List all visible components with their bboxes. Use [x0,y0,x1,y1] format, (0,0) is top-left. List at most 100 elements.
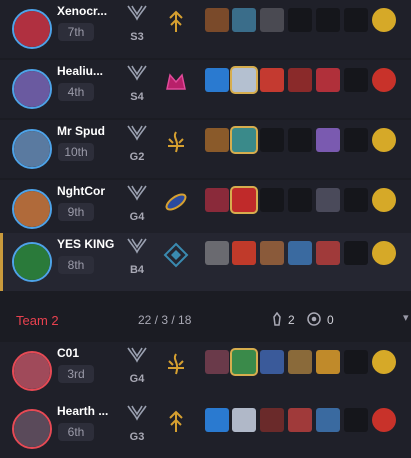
item-slot[interactable] [344,188,368,212]
item-slot[interactable] [316,68,340,92]
rank-emblem-icon [127,185,147,201]
flame-icon [168,353,184,375]
rank-emblem-icon [127,5,147,21]
rank-label: S4 [130,91,144,103]
player-row[interactable]: Healiu... 4th S4 [0,60,411,118]
item-slot[interactable] [344,128,368,152]
dragon-icon [307,312,321,326]
item-slot[interactable] [316,8,340,32]
item-slot[interactable] [344,408,368,432]
chevron-down-icon[interactable]: ▾ [403,311,409,324]
player-name[interactable]: NghtCor [57,184,133,198]
placement-badge: 10th [58,143,94,161]
item-slot[interactable] [344,68,368,92]
item-slot[interactable] [260,8,284,32]
rank-emblem-icon [127,65,147,81]
crown-icon [166,73,186,90]
item-slot[interactable] [260,68,284,92]
item-slot[interactable] [288,241,312,265]
ring-icon [165,193,187,211]
player-row[interactable]: Hearth ... 6th G3 [0,400,411,458]
item-slot[interactable] [260,188,284,212]
item-slot[interactable] [316,408,340,432]
champion-avatar [12,351,52,391]
flame-icon [168,131,184,153]
item-slot[interactable] [344,241,368,265]
team-name: Team 2 [16,313,59,328]
trinket-icon [372,68,396,92]
rank-label: G2 [129,151,145,163]
item-slot[interactable] [232,8,256,32]
item-slot[interactable] [344,350,368,374]
trinket-icon [372,128,396,152]
player-name[interactable]: Xenocr... [57,4,133,18]
item-slot[interactable] [288,188,312,212]
item-slot[interactable] [288,68,312,92]
placement-badge: 3rd [58,365,94,383]
kalista-up-icon [169,10,183,32]
rank-emblem-icon [127,347,147,363]
placement-badge: 7th [58,23,94,41]
item-slot[interactable] [205,241,229,265]
trinket-icon [372,241,396,265]
item-slot[interactable] [232,128,256,152]
item-slot[interactable] [260,408,284,432]
placement-badge: 8th [58,256,94,274]
player-row[interactable]: Mr Spud 10th G2 [0,120,411,178]
rank-label: G3 [129,431,145,443]
champion-avatar [12,189,52,229]
item-slot[interactable] [232,350,256,374]
item-slot[interactable] [232,241,256,265]
placement-badge: 4th [58,83,94,101]
item-slot[interactable] [232,68,256,92]
rank-label: G4 [129,373,145,385]
item-slot[interactable] [205,350,229,374]
tower-icon [273,312,281,326]
item-slot[interactable] [316,188,340,212]
item-slot[interactable] [316,350,340,374]
champion-avatar [12,242,52,282]
player-row[interactable]: C01 3rd G4 [0,342,411,400]
rank-emblem-icon [127,238,147,254]
rank-label: B4 [129,264,145,276]
player-row[interactable]: YES KING 8th B4 [0,233,411,291]
item-slot[interactable] [205,68,229,92]
diamond-icon [163,242,189,268]
item-slot[interactable] [344,8,368,32]
rank-label: S3 [130,31,144,43]
player-name[interactable]: YES KING [57,237,133,251]
champion-avatar [12,69,52,109]
item-slot[interactable] [232,188,256,212]
item-slot[interactable] [260,350,284,374]
item-slot[interactable] [205,128,229,152]
item-slot[interactable] [288,350,312,374]
rank-label: G4 [129,211,145,223]
item-slot[interactable] [260,128,284,152]
dragons-count: 0 [327,313,334,327]
item-slot[interactable] [232,408,256,432]
player-name[interactable]: Mr Spud [57,124,133,138]
item-slot[interactable] [260,241,284,265]
player-row[interactable]: NghtCor 9th G4 [0,180,411,238]
item-slot[interactable] [316,241,340,265]
player-name[interactable]: C01 [57,346,133,360]
team-kda: 22 / 3 / 18 [138,313,192,327]
item-slot[interactable] [288,128,312,152]
item-slot[interactable] [288,408,312,432]
player-name[interactable]: Hearth ... [57,404,133,418]
team-2-header: Team 2 22 / 3 / 18 2 0 ▾ [0,293,411,342]
champion-avatar [12,9,52,49]
rank-emblem-icon [127,405,147,421]
item-slot[interactable] [316,128,340,152]
placement-badge: 6th [58,423,94,441]
trinket-icon [372,408,396,432]
player-name[interactable]: Healiu... [57,64,133,78]
item-slot[interactable] [205,188,229,212]
item-slot[interactable] [288,8,312,32]
player-row[interactable]: Xenocr... 7th S3 [0,0,411,58]
item-slot[interactable] [205,408,229,432]
item-slot[interactable] [205,8,229,32]
champion-avatar [12,409,52,449]
trinket-icon [372,350,396,374]
champion-avatar [12,129,52,169]
